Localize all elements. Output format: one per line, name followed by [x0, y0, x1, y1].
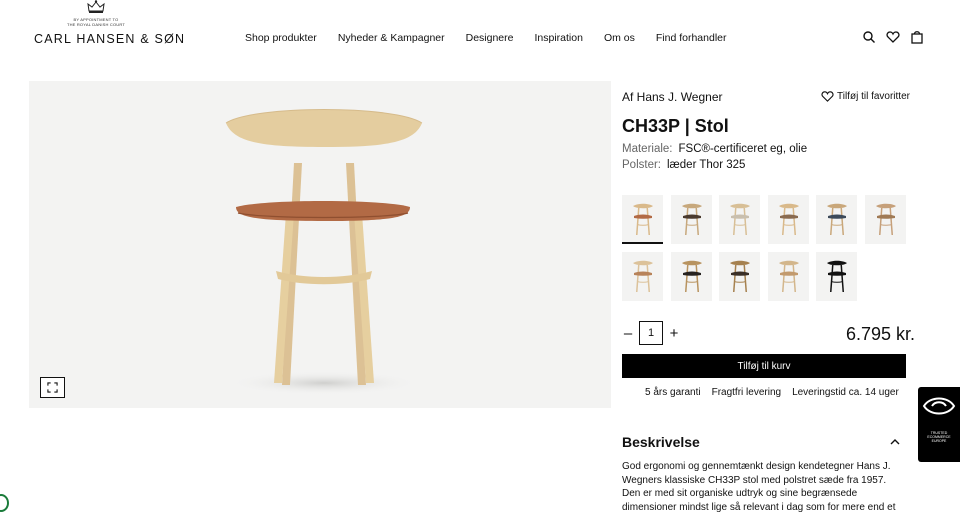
usp-warranty: 5 års garanti — [645, 387, 701, 398]
product-price: 6.795 kr. — [846, 324, 916, 344]
bag-icon[interactable] — [910, 30, 924, 44]
spec-value: læder Thor 325 — [667, 159, 746, 171]
variant-thumb[interactable] — [719, 252, 760, 301]
variant-thumb[interactable] — [670, 195, 712, 244]
chair-thumbnail-icon — [730, 203, 750, 235]
fullscreen-icon — [47, 382, 58, 393]
spec-key: Polster: — [622, 159, 661, 171]
crown-icon — [87, 0, 105, 13]
eye-icon — [922, 397, 956, 415]
description-text: God ergonomi og gennemtænkt design kende… — [622, 461, 896, 513]
usp-list: 5 års garanti Fragtfri levering Levering… — [645, 387, 899, 398]
top-utility-bar — [696, 0, 916, 3]
trust-badge-label: TRUSTED ECOMMERCE EUROPE — [927, 431, 951, 443]
nav-item-news[interactable]: Nyheder & Kampagner — [338, 32, 445, 44]
usp-delivery-time: Leveringstid ca. 14 uger — [792, 387, 899, 398]
spec-value: FSC®-certificeret eg, olie — [678, 143, 808, 155]
variant-thumb[interactable] — [622, 252, 663, 301]
search-icon[interactable] — [862, 30, 876, 44]
product-title: CH33P | Stol — [622, 116, 729, 136]
header-icons — [862, 30, 924, 44]
quantity-input[interactable]: 1 — [639, 321, 663, 345]
brand-logo[interactable]: BY APPOINTMENT TO THE ROYAL DANISH COURT… — [34, 0, 186, 48]
trust-badge[interactable]: TRUSTED ECOMMERCE EUROPE — [918, 387, 960, 462]
nav-item-inspiration[interactable]: Inspiration — [535, 32, 583, 44]
spec-material: Materiale: FSC®-certificeret eg, olie — [622, 143, 807, 155]
chair-thumbnail-icon — [730, 260, 750, 292]
spec-upholstery: Polster: læder Thor 325 — [622, 159, 745, 171]
chair-thumbnail-icon — [778, 203, 799, 235]
variant-thumb[interactable] — [864, 195, 906, 244]
main-nav: Shop produkter Nyheder & Kampagner Desig… — [245, 32, 727, 44]
spec-key: Materiale: — [622, 143, 673, 155]
chair-thumbnail-icon — [681, 260, 702, 292]
chevron-up-icon[interactable] — [890, 438, 900, 446]
variant-thumb[interactable] — [816, 252, 857, 301]
chair-thumbnail-icon — [778, 260, 799, 292]
variant-thumb[interactable] — [767, 195, 809, 244]
heart-icon — [821, 91, 834, 102]
nav-item-find-dealer[interactable]: Find forhandler — [656, 32, 727, 44]
royal-appointment-text: BY APPOINTMENT TO THE ROYAL DANISH COURT — [66, 17, 126, 27]
quantity-increase-button[interactable]: + — [668, 325, 680, 342]
chair-thumbnail-icon — [633, 203, 653, 235]
variant-thumb[interactable] — [670, 252, 712, 301]
add-to-favorites-button[interactable]: Tilføj til favoritter — [821, 90, 910, 103]
chair-thumbnail-icon — [827, 260, 847, 292]
product-image[interactable] — [29, 81, 611, 408]
nav-item-shop[interactable]: Shop produkter — [245, 32, 317, 44]
description-heading[interactable]: Beskrivelse — [622, 434, 700, 450]
brand-name: CARL HANSEN & SØN — [34, 32, 186, 46]
usp-free-shipping: Fragtfri levering — [711, 387, 782, 398]
site-header: BY APPOINTMENT TO THE ROYAL DANISH COURT… — [0, 0, 960, 60]
chair-image — [225, 109, 423, 395]
add-to-cart-button[interactable]: Tilføj til kurv — [622, 354, 906, 378]
nav-item-designers[interactable]: Designere — [466, 32, 514, 44]
chair-thumbnail-icon — [681, 203, 702, 235]
favorites-label: Tilføj til favoritter — [837, 91, 910, 102]
heart-icon[interactable] — [886, 30, 900, 44]
variant-thumb[interactable] — [719, 195, 760, 244]
chair-thumbnail-icon — [633, 260, 653, 292]
product-designer[interactable]: Af Hans J. Wegner — [622, 90, 723, 104]
variant-thumb[interactable] — [816, 195, 857, 244]
nav-item-about[interactable]: Om os — [604, 32, 635, 44]
variant-thumb[interactable] — [767, 252, 809, 301]
quantity-stepper: – 1 + — [622, 321, 680, 345]
quantity-decrease-button[interactable]: – — [622, 325, 634, 342]
chair-thumbnail-icon — [875, 203, 896, 235]
chair-thumbnail-icon — [827, 203, 847, 235]
variant-thumb[interactable] — [622, 195, 663, 244]
expand-image-button[interactable] — [40, 377, 65, 398]
chat-widget-icon[interactable] — [0, 494, 9, 512]
